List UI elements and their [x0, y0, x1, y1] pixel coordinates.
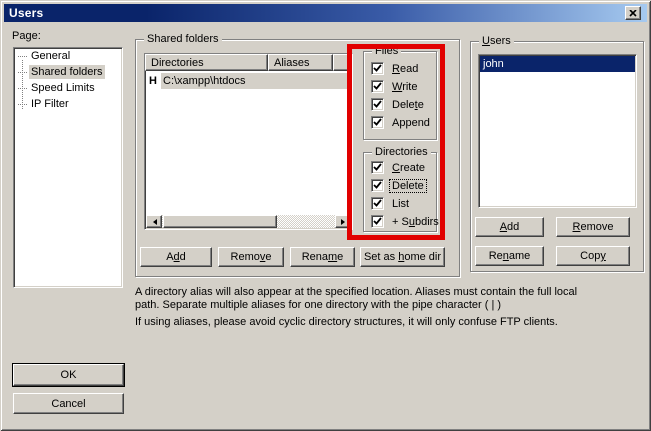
list-header: Directories Aliases — [145, 54, 352, 71]
page-label: Page: — [12, 30, 41, 42]
column-header-aliases[interactable]: Aliases — [268, 54, 333, 71]
home-dir-marker: H — [145, 75, 161, 87]
tree-connector — [18, 56, 27, 57]
column-header-directories[interactable]: Directories — [145, 54, 268, 71]
user-copy-button[interactable]: Copy — [556, 246, 630, 266]
users-dialog: Users Page: General Shared folders Speed… — [0, 0, 651, 431]
red-highlight-annotation — [347, 44, 445, 240]
shared-folder-row[interactable]: H C:\xampp\htdocs — [145, 73, 352, 89]
user-remove-button[interactable]: Remove — [556, 217, 630, 237]
user-add-button[interactable]: Add — [475, 217, 544, 237]
folder-add-button[interactable]: Add — [140, 247, 212, 267]
scrollbar-track[interactable] — [162, 215, 335, 228]
alias-note-line3: If using aliases, please avoid cyclic di… — [135, 316, 647, 329]
tree-item-general[interactable]: General — [14, 48, 122, 64]
users-caption: Users — [479, 35, 514, 47]
folder-rename-button[interactable]: Rename — [290, 247, 355, 267]
scroll-left-button[interactable] — [146, 215, 162, 228]
directory-cell: C:\xampp\htdocs — [161, 73, 352, 89]
folder-remove-button[interactable]: Remove — [218, 247, 284, 267]
window-title: Users — [4, 6, 43, 20]
tree-item-shared-folders[interactable]: Shared folders — [14, 64, 122, 80]
page-tree: General Shared folders Speed Limits IP F… — [13, 47, 123, 288]
close-button[interactable] — [625, 6, 641, 20]
close-icon — [629, 10, 637, 17]
set-as-home-dir-button[interactable]: Set as home dir — [360, 247, 445, 267]
shared-folders-caption: Shared folders — [144, 33, 222, 45]
tree-item-speed-limits[interactable]: Speed Limits — [14, 80, 122, 96]
tree-item-ip-filter[interactable]: IP Filter — [14, 96, 122, 112]
user-rename-button[interactable]: Rename — [475, 246, 544, 266]
tree-connector — [18, 88, 27, 89]
user-list-item[interactable]: john — [480, 56, 635, 72]
users-list: john — [478, 54, 637, 208]
horizontal-scrollbar[interactable] — [146, 215, 351, 228]
scrollbar-thumb[interactable] — [163, 215, 277, 228]
tree-connector — [18, 104, 27, 105]
alias-note-line1: A directory alias will also appear at th… — [135, 286, 647, 299]
cancel-button[interactable]: Cancel — [13, 393, 124, 414]
titlebar[interactable]: Users — [4, 4, 647, 22]
tree-connector — [18, 72, 27, 73]
alias-note-line2: path. Separate multiple aliases for one … — [135, 299, 647, 312]
shared-folders-list: Directories Aliases H C:\xampp\htdocs — [144, 53, 353, 230]
ok-button[interactable]: OK — [13, 364, 124, 386]
arrow-left-icon — [150, 219, 157, 225]
